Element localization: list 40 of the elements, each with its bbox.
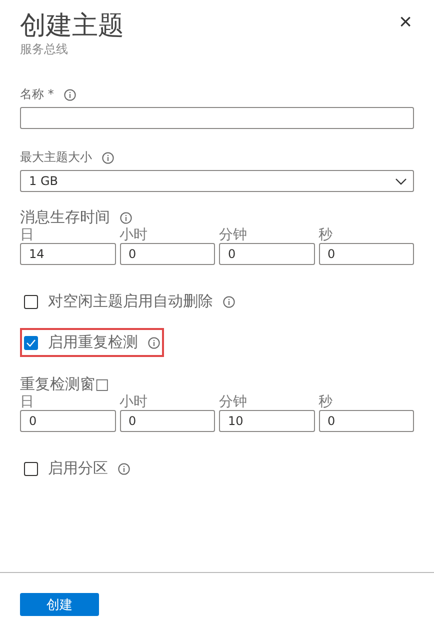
input-field[interactable]: 0 — [318, 243, 414, 265]
size-dropdown[interactable]: 1 GB — [20, 170, 414, 192]
input-field[interactable]: 0 — [120, 410, 215, 432]
input-field[interactable]: 10 — [219, 410, 314, 432]
name-input[interactable] — [20, 107, 414, 129]
input-field[interactable]: 0 — [20, 410, 116, 432]
field-label: 最大主题大小 — [20, 149, 92, 166]
checkbox[interactable] — [24, 294, 38, 308]
unit-label: 秒 — [318, 394, 334, 410]
input-field[interactable]: 0 — [318, 410, 414, 432]
info-icon[interactable] — [102, 152, 114, 164]
close-button[interactable]: × — [395, 10, 416, 34]
unit-label: 小时 — [120, 394, 148, 410]
unit-label: 日 — [20, 227, 35, 243]
input-field[interactable]: 14 — [20, 243, 116, 265]
input-field[interactable]: 0 — [120, 243, 215, 265]
info-icon[interactable] — [223, 296, 235, 308]
checkbox[interactable] — [24, 462, 38, 476]
check-icon — [26, 338, 36, 346]
field-label: 名称 * — [20, 86, 54, 103]
section-label: 消息生存时间 — [20, 208, 110, 227]
unit-label: 分钟 — [219, 227, 248, 243]
info-icon[interactable] — [64, 88, 76, 100]
option-label: 启用分区 — [48, 459, 108, 478]
section-label: 重复检测窗□ — [20, 375, 110, 394]
unit-label: 分钟 — [219, 394, 248, 410]
unit-label: 小时 — [120, 227, 148, 243]
input-field[interactable]: 0 — [219, 243, 314, 265]
info-icon[interactable] — [120, 212, 132, 224]
info-icon[interactable] — [118, 462, 130, 474]
option-label: 对空闲主题启用自动删除 — [48, 292, 213, 311]
create-button[interactable]: 创建 — [20, 593, 99, 616]
panel-title: 创建主题 — [20, 10, 124, 42]
chevron-down-icon — [395, 178, 407, 184]
unit-label: 秒 — [318, 227, 334, 243]
checkbox[interactable] — [24, 336, 38, 350]
option-label: 启用重复检测 — [48, 333, 138, 352]
panel-subtitle: 服务总线 — [20, 42, 69, 56]
info-icon[interactable] — [148, 336, 160, 348]
unit-label: 日 — [20, 394, 35, 410]
